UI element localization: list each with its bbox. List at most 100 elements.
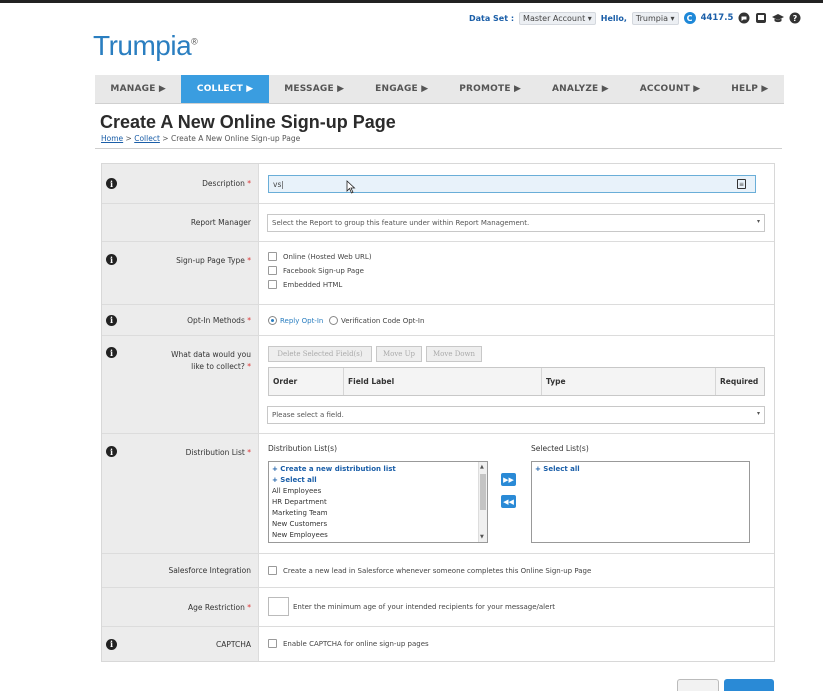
keyboard-icon[interactable]: ≡ <box>737 179 746 189</box>
salesforce-option[interactable]: Create a new lead in Salesforce whenever… <box>268 566 591 575</box>
description-input[interactable]: vs| ≡ <box>268 175 756 193</box>
help-icon[interactable]: ? <box>789 12 801 24</box>
chevron-down-icon: ▾ <box>756 218 760 225</box>
list-scrollbar[interactable]: ▲ ▼ <box>478 462 487 542</box>
info-icon[interactable]: i <box>106 638 117 650</box>
nav-tab-account[interactable]: ACCOUNT ▶ <box>624 75 716 103</box>
data-collect-label: What data would you like to collect? * <box>171 350 251 371</box>
info-icon[interactable]: i <box>106 254 117 265</box>
breadcrumb-collect-link[interactable]: Collect <box>134 134 160 143</box>
age-input[interactable] <box>268 597 289 616</box>
svg-text:?: ? <box>793 14 798 23</box>
selected-lists-header: Selected List(s) <box>531 444 589 453</box>
list-item[interactable]: New Customers <box>272 519 484 530</box>
list-item[interactable]: HR Department <box>272 497 484 508</box>
user-menu[interactable]: Trumpia ▾ <box>631 11 679 25</box>
row-salesforce: Salesforce Integration Create a new lead… <box>102 554 774 588</box>
hello-label: Hello, <box>600 13 627 23</box>
row-distribution: i Distribution List * Distribution List(… <box>102 434 774 554</box>
checkbox[interactable] <box>268 280 277 289</box>
col-order: Order <box>269 368 344 395</box>
signup-type-embedded[interactable]: Embedded HTML <box>268 280 342 289</box>
row-optin: i Opt-In Methods * Reply Opt-In Verifica… <box>102 305 774 336</box>
move-down-button[interactable]: Move Down <box>426 346 482 362</box>
nav-tab-analyze[interactable]: ANALYZE ▶ <box>537 75 625 103</box>
title-divider <box>95 148 782 149</box>
nav-tab-engage[interactable]: ENGAGE ▶ <box>360 75 444 103</box>
support-icon[interactable] <box>755 12 767 24</box>
credits-icon: C <box>683 12 696 24</box>
nav-tab-collect[interactable]: COLLECT ▶ <box>181 75 269 103</box>
list-item[interactable]: All Employees <box>272 486 484 497</box>
create-list-option[interactable]: + Create a new distribution list <box>272 464 484 475</box>
info-icon[interactable]: i <box>106 347 117 358</box>
distribution-lists-header: Distribution List(s) <box>268 444 338 453</box>
nav-tab-help[interactable]: HELP ▶ <box>716 75 784 103</box>
add-list-button[interactable]: ▶▶ <box>501 473 516 486</box>
dataset-select[interactable]: Master Account ▾ <box>519 11 596 25</box>
remove-list-button[interactable]: ◀◀ <box>501 495 516 508</box>
row-captcha: i CAPTCHA Enable CAPTCHA for online sign… <box>102 627 774 661</box>
breadcrumb-current: Create A New Online Sign-up Page <box>170 134 301 143</box>
trumpia-logo[interactable]: Trumpia® <box>93 30 198 62</box>
salesforce-label: Salesforce Integration <box>168 566 251 575</box>
delete-fields-button[interactable]: Delete Selected Field(s) <box>268 346 372 362</box>
report-manager-label: Report Manager <box>190 218 251 227</box>
field-select[interactable]: Please select a field. ▾ <box>267 406 765 424</box>
list-item[interactable]: Marketing Team <box>272 508 484 519</box>
radio-selected[interactable] <box>268 316 277 325</box>
info-icon[interactable]: i <box>106 314 117 326</box>
row-data-collect: i What data would you like to collect? * … <box>102 336 774 434</box>
cancel-button[interactable] <box>677 679 719 691</box>
checkbox[interactable] <box>268 266 277 275</box>
signup-type-online[interactable]: Online (Hosted Web URL) <box>268 252 372 261</box>
credits-count: 4417.5 <box>700 13 734 23</box>
nav-tab-message[interactable]: MESSAGE ▶ <box>269 75 360 103</box>
signup-type-facebook[interactable]: Facebook Sign-up Page <box>268 266 364 275</box>
age-help-text: Enter the minimum age of your intended r… <box>293 603 556 611</box>
education-icon[interactable] <box>772 12 785 24</box>
optin-reply[interactable]: Reply Opt-In <box>268 316 323 325</box>
row-age: Age Restriction * Enter the minimum age … <box>102 588 774 627</box>
distribution-label: Distribution List * <box>185 448 251 457</box>
dataset-label: Data Set : <box>469 13 515 23</box>
checkbox[interactable] <box>268 252 277 261</box>
col-type: Type <box>542 368 716 395</box>
distribution-list-box[interactable]: + Create a new distribution list + Selec… <box>268 461 488 543</box>
radio[interactable] <box>329 316 338 325</box>
optin-label: Opt-In Methods * <box>187 315 251 325</box>
list-item[interactable]: New Employees <box>272 530 484 541</box>
nav-tab-manage[interactable]: MANAGE ▶ <box>95 75 181 103</box>
checkbox[interactable] <box>268 566 277 575</box>
report-manager-select[interactable]: Select the Report to group this feature … <box>267 214 765 232</box>
breadcrumb-home-link[interactable]: Home <box>101 134 123 143</box>
row-description: i Description * vs| ≡ <box>102 164 774 204</box>
description-label: Description * <box>202 179 251 188</box>
nav-tab-promote[interactable]: PROMOTE ▶ <box>444 75 537 103</box>
fields-table-header: Order Field Label Type Required <box>268 367 765 396</box>
captcha-option[interactable]: Enable CAPTCHA for online sign-up pages <box>268 639 429 648</box>
page-title: Create A New Online Sign-up Page <box>100 112 396 132</box>
row-report-manager: Report Manager Select the Report to grou… <box>102 204 774 242</box>
move-up-button[interactable]: Move Up <box>376 346 422 362</box>
selected-select-all-option[interactable]: + Select all <box>535 464 746 475</box>
info-icon[interactable]: i <box>106 178 117 189</box>
row-signup-type: i Sign-up Page Type * Online (Hosted Web… <box>102 242 774 305</box>
signup-form: i Description * vs| ≡ Report Manager Sel… <box>101 163 775 662</box>
main-nav: MANAGE ▶ COLLECT ▶ MESSAGE ▶ ENGAGE ▶ PR… <box>95 75 784 104</box>
signup-type-label: Sign-up Page Type * <box>176 256 251 265</box>
confirm-button[interactable] <box>724 679 774 691</box>
chat-icon[interactable] <box>738 12 750 24</box>
optin-verification[interactable]: Verification Code Opt-In <box>329 316 424 325</box>
top-edge-bar <box>0 0 823 3</box>
age-label: Age Restriction * <box>187 602 251 612</box>
checkbox[interactable] <box>268 639 277 648</box>
captcha-label: CAPTCHA <box>215 639 251 649</box>
utility-bar: Data Set : Master Account ▾ Hello, Trump… <box>469 11 801 25</box>
info-icon[interactable]: i <box>106 446 117 457</box>
chevron-down-icon: ▾ <box>756 410 760 417</box>
mouse-cursor-icon <box>346 180 356 194</box>
select-all-option[interactable]: + Select all <box>272 475 484 486</box>
selected-list-box[interactable]: + Select all <box>531 461 750 543</box>
breadcrumb: Home > Collect > Create A New Online Sig… <box>101 134 301 143</box>
